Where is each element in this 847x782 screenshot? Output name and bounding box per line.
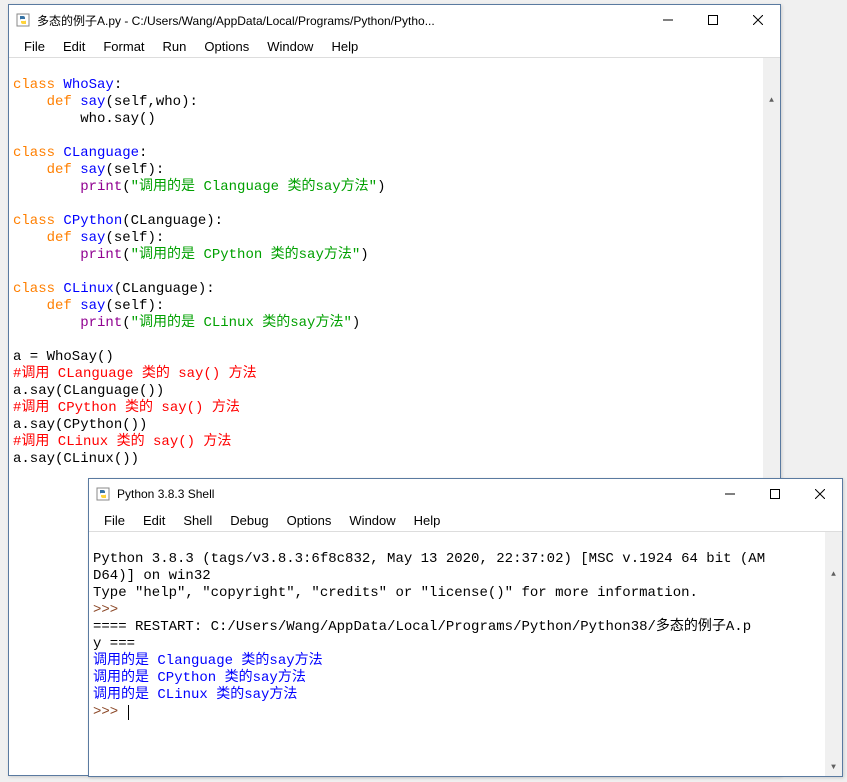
code-text: (self): bbox=[105, 230, 164, 246]
code-text: ) bbox=[377, 179, 385, 195]
shell-title: Python 3.8.3 Shell bbox=[117, 487, 707, 501]
shell-restart: y === bbox=[93, 636, 135, 652]
code-text: ) bbox=[352, 315, 360, 331]
code-text: : bbox=[114, 77, 122, 93]
code-keyword: class bbox=[13, 77, 55, 93]
code-text: : bbox=[139, 145, 147, 161]
code-keyword: def bbox=[47, 94, 72, 110]
close-button[interactable] bbox=[797, 479, 842, 509]
code-comment: #调用 CLinux 类的 say() 方法 bbox=[13, 434, 231, 450]
code-text: (self): bbox=[105, 298, 164, 314]
code-builtin: print bbox=[80, 179, 122, 195]
maximize-button[interactable] bbox=[690, 5, 735, 35]
window-controls bbox=[707, 479, 842, 509]
window-controls bbox=[645, 5, 780, 35]
code-text: a = WhoSay() bbox=[13, 349, 114, 365]
code-comment: #调用 CPython 类的 say() 方法 bbox=[13, 400, 240, 416]
text-cursor bbox=[128, 705, 129, 720]
scroll-down-icon[interactable]: ▼ bbox=[825, 759, 842, 776]
code-keyword: class bbox=[13, 213, 55, 229]
shell-menu-window[interactable]: Window bbox=[340, 511, 404, 530]
code-text: ( bbox=[122, 179, 130, 195]
code-classname: CLinux bbox=[63, 281, 113, 297]
shell-output[interactable]: Python 3.8.3 (tags/v3.8.3:6f8c832, May 1… bbox=[89, 531, 842, 776]
menu-edit[interactable]: Edit bbox=[54, 37, 94, 56]
shell-banner: D64)] on win32 bbox=[93, 568, 211, 584]
code-keyword: def bbox=[47, 162, 72, 178]
code-funcname: say bbox=[80, 94, 105, 110]
code-text: ) bbox=[360, 247, 368, 263]
shell-prompt: >>> bbox=[93, 602, 127, 618]
vertical-scrollbar[interactable]: ▲ ▼ bbox=[825, 532, 842, 776]
code-text: (self,who): bbox=[105, 94, 197, 110]
shell-menu-shell[interactable]: Shell bbox=[174, 511, 221, 530]
code-text: a.say(CLinux()) bbox=[13, 451, 139, 467]
menu-window[interactable]: Window bbox=[258, 37, 322, 56]
code-comment: #调用 CLanguage 类的 say() 方法 bbox=[13, 366, 257, 382]
shell-menu-edit[interactable]: Edit bbox=[134, 511, 174, 530]
code-text: ( bbox=[122, 247, 130, 263]
python-shell-icon bbox=[95, 486, 111, 502]
code-funcname: say bbox=[80, 298, 105, 314]
shell-menubar: File Edit Shell Debug Options Window Hel… bbox=[89, 509, 842, 531]
menu-options[interactable]: Options bbox=[195, 37, 258, 56]
shell-menu-options[interactable]: Options bbox=[278, 511, 341, 530]
maximize-button[interactable] bbox=[752, 479, 797, 509]
code-keyword: class bbox=[13, 145, 55, 161]
shell-restart: ==== RESTART: C:/Users/Wang/AppData/Loca… bbox=[93, 619, 751, 635]
code-string: "调用的是 CPython 类的say方法" bbox=[131, 247, 361, 263]
shell-prompt: >>> bbox=[93, 704, 127, 720]
minimize-button[interactable] bbox=[645, 5, 690, 35]
code-text: a.say(CLanguage()) bbox=[13, 383, 164, 399]
menu-help[interactable]: Help bbox=[322, 37, 367, 56]
code-keyword: def bbox=[47, 298, 72, 314]
shell-menu-file[interactable]: File bbox=[95, 511, 134, 530]
code-funcname: say bbox=[80, 162, 105, 178]
scroll-up-icon[interactable]: ▲ bbox=[825, 566, 842, 583]
menu-run[interactable]: Run bbox=[154, 37, 196, 56]
shell-banner: Python 3.8.3 (tags/v3.8.3:6f8c832, May 1… bbox=[93, 551, 765, 567]
code-text: ( bbox=[122, 315, 130, 331]
code-classname: CLanguage bbox=[63, 145, 139, 161]
code-builtin: print bbox=[80, 247, 122, 263]
shell-banner: Type "help", "copyright", "credits" or "… bbox=[93, 585, 698, 601]
code-classname: WhoSay bbox=[63, 77, 113, 93]
code-text: (self): bbox=[105, 162, 164, 178]
code-string: "调用的是 Clanguage 类的say方法" bbox=[131, 179, 377, 195]
minimize-button[interactable] bbox=[707, 479, 752, 509]
menu-file[interactable]: File bbox=[15, 37, 54, 56]
code-text: (CLanguage): bbox=[114, 281, 215, 297]
shell-stdout: 调用的是 Clanguage 类的say方法 bbox=[93, 653, 323, 669]
editor-titlebar[interactable]: 多态的例子A.py - C:/Users/Wang/AppData/Local/… bbox=[9, 5, 780, 35]
code-string: "调用的是 CLinux 类的say方法" bbox=[131, 315, 352, 331]
scroll-up-icon[interactable]: ▲ bbox=[763, 92, 780, 109]
code-funcname: say bbox=[80, 230, 105, 246]
editor-menubar: File Edit Format Run Options Window Help bbox=[9, 35, 780, 57]
shell-stdout: 调用的是 CPython 类的say方法 bbox=[93, 670, 306, 686]
editor-title: 多态的例子A.py - C:/Users/Wang/AppData/Local/… bbox=[37, 12, 645, 29]
code-keyword: def bbox=[47, 230, 72, 246]
close-button[interactable] bbox=[735, 5, 780, 35]
code-classname: CPython bbox=[63, 213, 122, 229]
code-builtin: print bbox=[80, 315, 122, 331]
shell-menu-help[interactable]: Help bbox=[405, 511, 450, 530]
python-file-icon bbox=[15, 12, 31, 28]
code-text: who.say() bbox=[80, 111, 156, 127]
shell-window: Python 3.8.3 Shell File Edit Shell Debug… bbox=[88, 478, 843, 777]
shell-titlebar[interactable]: Python 3.8.3 Shell bbox=[89, 479, 842, 509]
code-keyword: class bbox=[13, 281, 55, 297]
shell-menu-debug[interactable]: Debug bbox=[221, 511, 277, 530]
shell-stdout: 调用的是 CLinux 类的say方法 bbox=[93, 687, 297, 703]
code-text: a.say(CPython()) bbox=[13, 417, 147, 433]
menu-format[interactable]: Format bbox=[94, 37, 153, 56]
code-text: (CLanguage): bbox=[122, 213, 223, 229]
